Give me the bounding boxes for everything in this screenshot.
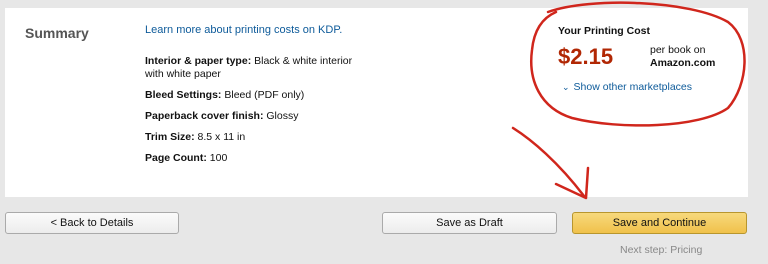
- printing-cost-price: $2.15: [558, 44, 614, 69]
- detail-bleed: Bleed Settings: Bleed (PDF only): [145, 89, 365, 102]
- marketplace-name: Amazon.com: [650, 57, 716, 69]
- per-book-label: per book on: [650, 44, 706, 56]
- detail-value: 100: [206, 152, 228, 164]
- printing-cost-panel: Your Printing Cost $2.15 per book on Ama…: [558, 25, 748, 93]
- show-other-marketplaces-link[interactable]: ⌄ Show other marketplaces: [562, 81, 692, 93]
- save-as-draft-button[interactable]: Save as Draft: [382, 212, 557, 234]
- other-marketplaces-label: Show other marketplaces: [573, 81, 693, 93]
- kdp-printing-costs-link[interactable]: Learn more about printing costs on KDP.: [145, 24, 342, 36]
- back-to-details-button[interactable]: < Back to Details: [5, 212, 179, 234]
- next-step-text: Next step: Pricing: [620, 244, 703, 256]
- book-details: Interior & paper type: Black & white int…: [145, 55, 365, 173]
- summary-heading: Summary: [25, 25, 89, 41]
- per-book-text: per book on Amazon.com: [650, 44, 750, 70]
- detail-label: Page Count:: [145, 152, 207, 164]
- detail-label: Paperback cover finish:: [145, 110, 264, 122]
- detail-cover-finish: Paperback cover finish: Glossy: [145, 110, 365, 123]
- printing-cost-heading: Your Printing Cost: [558, 25, 650, 37]
- summary-card: Summary Learn more about printing costs …: [5, 8, 748, 197]
- detail-label: Trim Size:: [145, 131, 195, 143]
- detail-page-count: Page Count: 100: [145, 152, 365, 165]
- detail-value: Bleed (PDF only): [221, 89, 305, 101]
- detail-trim-size: Trim Size: 8.5 x 11 in: [145, 131, 365, 144]
- detail-value: 8.5 x 11 in: [194, 131, 246, 143]
- detail-value: Glossy: [263, 110, 299, 122]
- chevron-down-icon: ⌄: [562, 82, 570, 92]
- detail-interior-paper: Interior & paper type: Black & white int…: [145, 55, 365, 81]
- detail-label: Interior & paper type:: [145, 55, 252, 67]
- detail-label: Bleed Settings:: [145, 89, 222, 101]
- save-and-continue-button[interactable]: Save and Continue: [572, 212, 747, 234]
